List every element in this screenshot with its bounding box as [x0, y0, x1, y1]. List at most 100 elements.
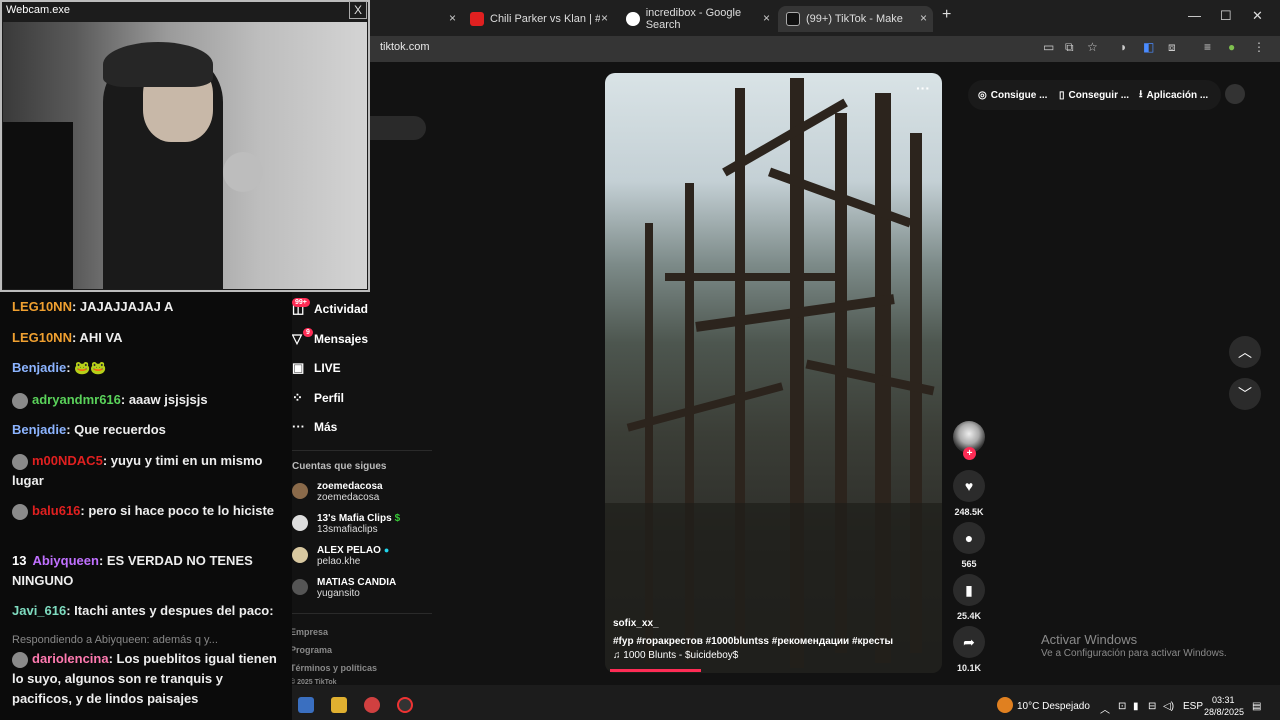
previous-video-button[interactable]: ︿	[1229, 336, 1261, 368]
chat-text: : pero si hace poco te lo hiciste	[80, 503, 275, 518]
following-item[interactable]: MATIAS CANDIA yugansito	[292, 577, 396, 599]
sidebar-item-label: Más	[314, 419, 338, 434]
minimize-button[interactable]: —	[1188, 8, 1201, 23]
chat-text: : Itachi antes y despues del paco:	[66, 603, 274, 618]
following-item[interactable]: zoemedacosa zoemedacosa	[292, 481, 383, 503]
close-window-button[interactable]: ✕	[1252, 8, 1263, 24]
new-tab-button[interactable]: +	[942, 6, 951, 24]
tab-youtube[interactable]: Chili Parker vs Klan | #Ligabazo ×	[462, 6, 614, 32]
chrome-icon[interactable]	[364, 697, 380, 713]
follow-plus-icon[interactable]: +	[963, 447, 976, 460]
get-coins-button[interactable]: ◎ Consigue ...	[978, 84, 1047, 106]
video-player[interactable]	[605, 73, 942, 673]
desktop-app-button[interactable]: ⭳ Aplicación ...	[1139, 84, 1208, 106]
chat-username[interactable]: LEG10NN	[12, 299, 72, 314]
tab-close-icon[interactable]: ×	[449, 11, 456, 25]
following-item[interactable]: 13's Mafia Clips $13smafiaclips	[292, 513, 400, 535]
chat-username[interactable]: balu616	[32, 503, 80, 518]
weather-text[interactable]: 10°C Despejado	[1017, 701, 1090, 712]
chat-badge-icon	[12, 503, 28, 520]
video-author[interactable]: sofix_xx_	[613, 618, 659, 629]
notifications-icon[interactable]: ▤	[1252, 701, 1261, 712]
user-avatar[interactable]	[1225, 84, 1245, 104]
activate-windows-title: Activar Windows	[1041, 632, 1138, 647]
sidebar-item-mas[interactable]: ··· Más	[292, 419, 337, 434]
chat-username[interactable]: Benjadie	[12, 422, 66, 437]
volume-icon[interactable]: ◁)	[1163, 701, 1174, 712]
webcam-close-button[interactable]: X	[349, 1, 367, 19]
file-explorer-icon[interactable]	[331, 697, 347, 713]
chat-username[interactable]: Benjadie	[12, 360, 66, 375]
next-video-button[interactable]: ﹀	[1229, 378, 1261, 410]
video-hashtags[interactable]: #fyp #горакрестов #1000bluntss #рекоменд…	[613, 636, 893, 647]
chat-username[interactable]: m00NDAC5	[32, 453, 103, 468]
chat-username[interactable]: dariolencina	[32, 651, 109, 666]
profile-icon[interactable]: ●	[1228, 40, 1235, 54]
verified-icon: ●	[383, 545, 390, 555]
tab-close-icon[interactable]: ×	[763, 11, 770, 25]
download-icon: ⭳	[1139, 88, 1143, 100]
video-more-icon[interactable]: ···	[916, 80, 930, 96]
puzzle-icon[interactable]: ⧈	[1168, 40, 1176, 55]
reply-text: Respondiendo a Abiyqueen: además q y...	[12, 634, 218, 646]
search-input[interactable]	[370, 116, 426, 140]
tab-hidden[interactable]: ×	[370, 6, 462, 32]
like-button[interactable]: ♥	[953, 470, 985, 502]
divider	[292, 450, 432, 451]
steam-icon[interactable]	[298, 697, 314, 713]
install-icon[interactable]: ▭	[1043, 40, 1054, 54]
webcam-title: Webcam.exe	[6, 4, 70, 16]
chat-username[interactable]: LEG10NN	[12, 330, 72, 345]
wifi-icon[interactable]: ⊟	[1148, 701, 1156, 712]
clock-time[interactable]: 03:31	[1212, 695, 1235, 705]
maximize-button[interactable]: ☐	[1220, 8, 1232, 24]
extension-icon[interactable]: ◗	[1120, 40, 1127, 54]
chat-badge-icon	[12, 453, 28, 470]
get-app-button[interactable]: ▯ Conseguir ...	[1059, 84, 1129, 106]
chat-username[interactable]: adryandmr616	[32, 392, 121, 407]
like-count: 248.5K	[954, 507, 984, 517]
tab-tiktok[interactable]: (99+) TikTok - Make Your Da ×	[778, 6, 933, 32]
tab-google[interactable]: incredibox - Google Search ×	[618, 6, 776, 32]
translate-icon[interactable]: ⧉	[1065, 40, 1074, 55]
footer-link-empresa[interactable]: Empresa	[290, 627, 328, 637]
extension-icon[interactable]: ◧	[1143, 40, 1154, 54]
share-button[interactable]: ➦	[953, 626, 985, 658]
footer-link-programa[interactable]: Programa	[290, 645, 332, 655]
tab-close-icon[interactable]: ×	[601, 11, 608, 25]
sidebar-item-live[interactable]: ▣ LIVE	[292, 360, 341, 376]
chair	[3, 122, 73, 289]
chat-message: Javi_616: Itachi antes y despues del pac…	[12, 601, 284, 621]
tray-chevron-icon[interactable]: ︿	[1100, 701, 1110, 716]
network-icon[interactable]: ⊡	[1118, 701, 1126, 712]
url-field[interactable]: tiktok.com	[380, 41, 430, 53]
obs-icon[interactable]	[397, 697, 413, 713]
chat-username[interactable]: Javi_616	[12, 603, 66, 618]
bookmark-icon: ▮	[965, 581, 973, 598]
sidebar-item-perfil[interactable]: ⁘ Perfil	[292, 390, 344, 406]
chat-username[interactable]: Abiyqueen	[32, 553, 98, 568]
tiktok-icon	[786, 12, 800, 26]
account-handle: 13smafiaclips	[317, 524, 378, 535]
media-icon[interactable]: ≡	[1204, 40, 1211, 54]
clock-date[interactable]: 28/8/2025	[1204, 707, 1244, 717]
chat-message: adryandmr616: aaaw jsjsjsjs	[12, 390, 284, 410]
avatar	[292, 515, 308, 531]
menu-icon[interactable]: ⋮	[1253, 40, 1265, 54]
video-music[interactable]: ♫ 1000 Blunts - $uicideboy$	[613, 650, 738, 661]
chat-text: : aaaw jsjsjsjs	[120, 392, 208, 407]
footer-link-terms[interactable]: Términos y políticas	[290, 663, 377, 673]
account-handle: pelao.khe	[317, 556, 361, 567]
mic-icon[interactable]: ▮	[1133, 701, 1139, 712]
profile-icon: ⁘	[292, 390, 303, 405]
comment-button[interactable]: ●	[953, 522, 985, 554]
language-indicator[interactable]: ESP	[1183, 701, 1203, 712]
tab-close-icon[interactable]: ×	[920, 11, 927, 25]
video-progress-bar[interactable]	[610, 669, 701, 672]
following-item[interactable]: ALEX PELAO ● pelao.khe	[292, 545, 389, 567]
coin-icon: ◎	[978, 89, 987, 101]
tab-label: Chili Parker vs Klan | #Ligabazo	[490, 13, 600, 25]
avatar	[292, 483, 308, 499]
save-button[interactable]: ▮	[953, 574, 985, 606]
bookmark-star-icon[interactable]: ☆	[1087, 40, 1098, 54]
